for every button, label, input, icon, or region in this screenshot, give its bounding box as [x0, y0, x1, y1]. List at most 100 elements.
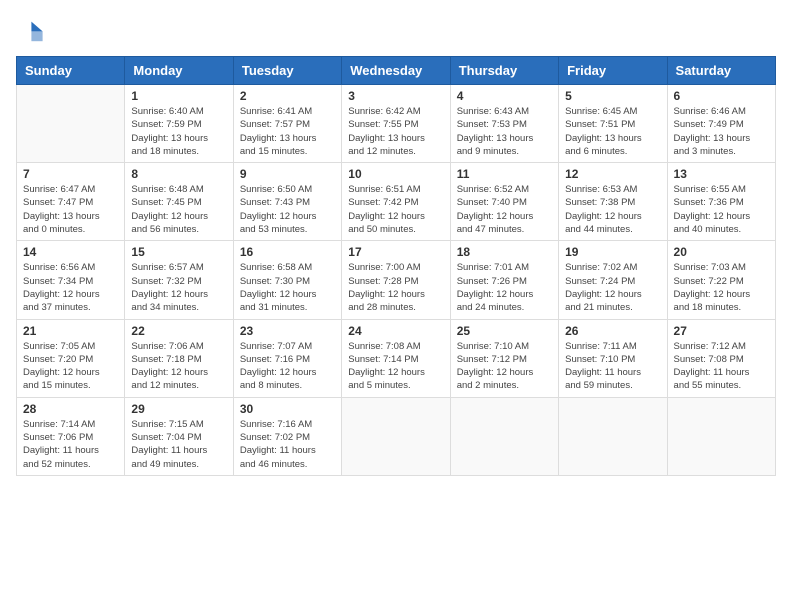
calendar-cell: 29Sunrise: 7:15 AM Sunset: 7:04 PM Dayli… [125, 397, 233, 475]
day-number: 25 [457, 324, 552, 338]
day-number: 20 [674, 245, 769, 259]
day-info: Sunrise: 6:58 AM Sunset: 7:30 PM Dayligh… [240, 261, 335, 314]
day-number: 28 [23, 402, 118, 416]
header-tuesday: Tuesday [233, 57, 341, 85]
logo [16, 16, 48, 44]
day-info: Sunrise: 7:08 AM Sunset: 7:14 PM Dayligh… [348, 340, 443, 393]
day-info: Sunrise: 7:06 AM Sunset: 7:18 PM Dayligh… [131, 340, 226, 393]
calendar-cell: 3 Sunrise: 6:42 AM Sunset: 7:55 PM Daylig… [342, 85, 450, 163]
day-number: 16 [240, 245, 335, 259]
calendar-week-row: 21 Sunrise: 7:05 AM Sunset: 7:20 PM Dayli… [17, 319, 776, 397]
day-info: Sunrise: 7:02 AM Sunset: 7:24 PM Dayligh… [565, 261, 660, 314]
day-info: Sunrise: 6:40 AM Sunset: 7:59 PM Dayligh… [131, 105, 226, 158]
header-thursday: Thursday [450, 57, 558, 85]
calendar-cell: 12 Sunrise: 6:53 AM Sunset: 7:38 PM Dayli… [559, 163, 667, 241]
day-info: Sunrise: 6:57 AM Sunset: 7:32 PM Dayligh… [131, 261, 226, 314]
calendar-cell: 23 Sunrise: 7:07 AM Sunset: 7:16 PM Dayli… [233, 319, 341, 397]
calendar-cell: 10 Sunrise: 6:51 AM Sunset: 7:42 PM Dayli… [342, 163, 450, 241]
header-monday: Monday [125, 57, 233, 85]
day-number: 18 [457, 245, 552, 259]
calendar-cell: 14 Sunrise: 6:56 AM Sunset: 7:34 PM Dayli… [17, 241, 125, 319]
calendar-cell: 5 Sunrise: 6:45 AM Sunset: 7:51 PM Daylig… [559, 85, 667, 163]
calendar-cell [17, 85, 125, 163]
day-info: Sunrise: 7:01 AM Sunset: 7:26 PM Dayligh… [457, 261, 552, 314]
day-number: 4 [457, 89, 552, 103]
calendar-cell: 22 Sunrise: 7:06 AM Sunset: 7:18 PM Dayli… [125, 319, 233, 397]
day-number: 29 [131, 402, 226, 416]
day-number: 14 [23, 245, 118, 259]
calendar-cell [342, 397, 450, 475]
calendar-cell: 26Sunrise: 7:11 AM Sunset: 7:10 PM Dayli… [559, 319, 667, 397]
day-number: 6 [674, 89, 769, 103]
calendar-cell: 7 Sunrise: 6:47 AM Sunset: 7:47 PM Daylig… [17, 163, 125, 241]
calendar-cell: 28 Sunrise: 7:14 AM Sunset: 7:06 PM Dayli… [17, 397, 125, 475]
day-number: 22 [131, 324, 226, 338]
calendar-cell [450, 397, 558, 475]
day-number: 3 [348, 89, 443, 103]
day-number: 8 [131, 167, 226, 181]
header-wednesday: Wednesday [342, 57, 450, 85]
calendar: SundayMondayTuesdayWednesdayThursdayFrid… [16, 56, 776, 476]
day-number: 17 [348, 245, 443, 259]
day-info: Sunrise: 7:03 AM Sunset: 7:22 PM Dayligh… [674, 261, 769, 314]
calendar-cell [559, 397, 667, 475]
calendar-cell: 2 Sunrise: 6:41 AM Sunset: 7:57 PM Daylig… [233, 85, 341, 163]
calendar-cell: 25 Sunrise: 7:10 AM Sunset: 7:12 PM Dayli… [450, 319, 558, 397]
day-number: 24 [348, 324, 443, 338]
calendar-cell: 8Sunrise: 6:48 AM Sunset: 7:45 PM Daylig… [125, 163, 233, 241]
header-saturday: Saturday [667, 57, 775, 85]
calendar-cell: 19 Sunrise: 7:02 AM Sunset: 7:24 PM Dayli… [559, 241, 667, 319]
day-info: Sunrise: 7:00 AM Sunset: 7:28 PM Dayligh… [348, 261, 443, 314]
calendar-cell: 11 Sunrise: 6:52 AM Sunset: 7:40 PM Dayli… [450, 163, 558, 241]
calendar-week-row: 1Sunrise: 6:40 AM Sunset: 7:59 PM Daylig… [17, 85, 776, 163]
day-info: Sunrise: 6:56 AM Sunset: 7:34 PM Dayligh… [23, 261, 118, 314]
calendar-week-row: 7 Sunrise: 6:47 AM Sunset: 7:47 PM Daylig… [17, 163, 776, 241]
day-info: Sunrise: 6:43 AM Sunset: 7:53 PM Dayligh… [457, 105, 552, 158]
day-number: 21 [23, 324, 118, 338]
day-info: Sunrise: 6:45 AM Sunset: 7:51 PM Dayligh… [565, 105, 660, 158]
day-info: Sunrise: 7:16 AM Sunset: 7:02 PM Dayligh… [240, 418, 335, 471]
day-info: Sunrise: 7:12 AM Sunset: 7:08 PM Dayligh… [674, 340, 769, 393]
calendar-cell: 6Sunrise: 6:46 AM Sunset: 7:49 PM Daylig… [667, 85, 775, 163]
calendar-cell [667, 397, 775, 475]
day-number: 19 [565, 245, 660, 259]
header-sunday: Sunday [17, 57, 125, 85]
logo-icon [16, 16, 44, 44]
day-info: Sunrise: 7:05 AM Sunset: 7:20 PM Dayligh… [23, 340, 118, 393]
day-info: Sunrise: 6:53 AM Sunset: 7:38 PM Dayligh… [565, 183, 660, 236]
day-info: Sunrise: 7:07 AM Sunset: 7:16 PM Dayligh… [240, 340, 335, 393]
day-number: 2 [240, 89, 335, 103]
calendar-cell: 17 Sunrise: 7:00 AM Sunset: 7:28 PM Dayli… [342, 241, 450, 319]
day-number: 23 [240, 324, 335, 338]
calendar-cell: 18 Sunrise: 7:01 AM Sunset: 7:26 PM Dayli… [450, 241, 558, 319]
calendar-header-row: SundayMondayTuesdayWednesdayThursdayFrid… [17, 57, 776, 85]
calendar-cell: 27 Sunrise: 7:12 AM Sunset: 7:08 PM Dayli… [667, 319, 775, 397]
day-number: 30 [240, 402, 335, 416]
day-info: Sunrise: 6:47 AM Sunset: 7:47 PM Dayligh… [23, 183, 118, 236]
day-info: Sunrise: 7:14 AM Sunset: 7:06 PM Dayligh… [23, 418, 118, 471]
calendar-cell: 4 Sunrise: 6:43 AM Sunset: 7:53 PM Daylig… [450, 85, 558, 163]
calendar-cell: 1Sunrise: 6:40 AM Sunset: 7:59 PM Daylig… [125, 85, 233, 163]
day-number: 9 [240, 167, 335, 181]
day-number: 10 [348, 167, 443, 181]
day-info: Sunrise: 6:50 AM Sunset: 7:43 PM Dayligh… [240, 183, 335, 236]
day-info: Sunrise: 6:41 AM Sunset: 7:57 PM Dayligh… [240, 105, 335, 158]
calendar-cell: 16 Sunrise: 6:58 AM Sunset: 7:30 PM Dayli… [233, 241, 341, 319]
day-number: 13 [674, 167, 769, 181]
calendar-week-row: 14 Sunrise: 6:56 AM Sunset: 7:34 PM Dayli… [17, 241, 776, 319]
day-info: Sunrise: 6:52 AM Sunset: 7:40 PM Dayligh… [457, 183, 552, 236]
day-number: 15 [131, 245, 226, 259]
calendar-cell: 21 Sunrise: 7:05 AM Sunset: 7:20 PM Dayli… [17, 319, 125, 397]
calendar-cell: 9 Sunrise: 6:50 AM Sunset: 7:43 PM Daylig… [233, 163, 341, 241]
day-info: Sunrise: 6:51 AM Sunset: 7:42 PM Dayligh… [348, 183, 443, 236]
day-info: Sunrise: 6:42 AM Sunset: 7:55 PM Dayligh… [348, 105, 443, 158]
calendar-cell: 15 Sunrise: 6:57 AM Sunset: 7:32 PM Dayli… [125, 241, 233, 319]
day-number: 7 [23, 167, 118, 181]
day-number: 11 [457, 167, 552, 181]
day-info: Sunrise: 6:55 AM Sunset: 7:36 PM Dayligh… [674, 183, 769, 236]
calendar-cell: 30 Sunrise: 7:16 AM Sunset: 7:02 PM Dayli… [233, 397, 341, 475]
day-number: 12 [565, 167, 660, 181]
day-info: Sunrise: 7:10 AM Sunset: 7:12 PM Dayligh… [457, 340, 552, 393]
day-number: 27 [674, 324, 769, 338]
day-number: 5 [565, 89, 660, 103]
